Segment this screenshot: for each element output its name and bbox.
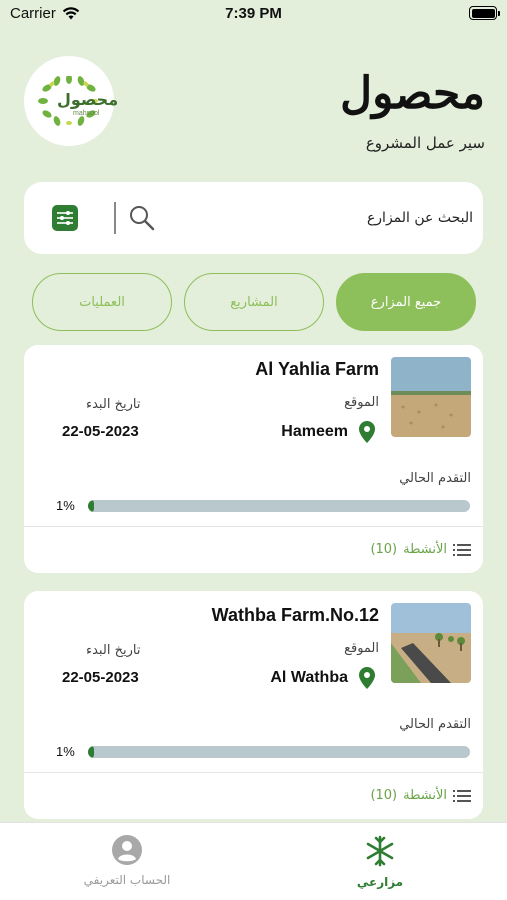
list-icon — [453, 543, 471, 556]
activities-count: (10) — [370, 788, 398, 803]
progress-percent: 1% — [56, 744, 75, 759]
location-value: Hameem — [281, 423, 348, 440]
activities-link[interactable]: الأنشطة (10) — [370, 788, 471, 803]
tab-all-farms[interactable]: جميع المزارع — [336, 273, 476, 331]
bottom-navigation: الحساب التعريفي مزارعي — [0, 822, 507, 900]
page-title: محصول — [340, 68, 485, 119]
profile-icon — [112, 835, 142, 865]
start-date-value: 22-05-2023 — [62, 669, 139, 686]
search-icon[interactable] — [128, 204, 156, 232]
search-divider — [114, 202, 116, 234]
progress-label: التقدم الحالي — [399, 717, 471, 732]
nav-profile[interactable]: الحساب التعريفي — [67, 835, 187, 887]
activities-label: الأنشطة — [403, 788, 447, 803]
farm-thumbnail — [391, 603, 471, 683]
page-subtitle: سير عمل المشروع — [365, 134, 485, 152]
status-bar: Carrier 7:39 PM — [0, 0, 507, 30]
farm-name: Al Yahlia Farm — [255, 359, 379, 379]
card-divider — [24, 772, 483, 773]
farm-snowflake-icon — [366, 835, 394, 867]
activities-count: (10) — [370, 542, 398, 557]
progress-bar — [88, 746, 470, 758]
farm-thumbnail — [391, 357, 471, 437]
search-input[interactable] — [173, 200, 473, 236]
nav-profile-label: الحساب التعريفي — [83, 873, 171, 887]
nav-my-farms-label: مزارعي — [356, 875, 404, 889]
start-date-value: 22-05-2023 — [62, 423, 139, 440]
battery-icon — [469, 6, 500, 20]
progress-percent: 1% — [56, 498, 75, 513]
logo-arabic-text: محصول — [57, 90, 119, 109]
progress-fill — [88, 500, 94, 512]
progress-fill — [88, 746, 94, 758]
app-logo: محصول mahsool — [24, 56, 118, 146]
farm-card[interactable]: Al Yahlia Farm الموقع Hameem تاريخ البدء… — [24, 345, 483, 573]
logo-english-text: mahsool — [73, 110, 100, 117]
location-value: Al Wathba — [270, 669, 348, 686]
tab-operations[interactable]: العمليات — [32, 273, 172, 331]
tab-projects[interactable]: المشاريع — [184, 273, 324, 331]
status-time: 7:39 PM — [225, 5, 282, 22]
start-date-label: تاريخ البدء — [86, 643, 141, 658]
farm-name: Wathba Farm.No.12 — [211, 605, 379, 625]
farm-card[interactable]: Wathba Farm.No.12 الموقع Al Wathba تاريخ… — [24, 591, 483, 819]
activities-link[interactable]: الأنشطة (10) — [370, 542, 471, 557]
nav-my-farms[interactable]: مزارعي — [320, 835, 440, 889]
list-icon — [453, 789, 471, 802]
search-bar — [24, 182, 483, 254]
logo-leaves: محصول mahsool — [37, 76, 118, 126]
location-pin-icon — [359, 421, 375, 443]
progress-label: التقدم الحالي — [399, 471, 471, 486]
filter-icon[interactable] — [52, 205, 78, 231]
location-pin-icon — [359, 667, 375, 689]
location-label: الموقع — [344, 641, 379, 656]
location-label: الموقع — [344, 395, 379, 410]
activities-label: الأنشطة — [403, 542, 447, 557]
progress-bar — [88, 500, 470, 512]
card-divider — [24, 526, 483, 527]
start-date-label: تاريخ البدء — [86, 397, 141, 412]
